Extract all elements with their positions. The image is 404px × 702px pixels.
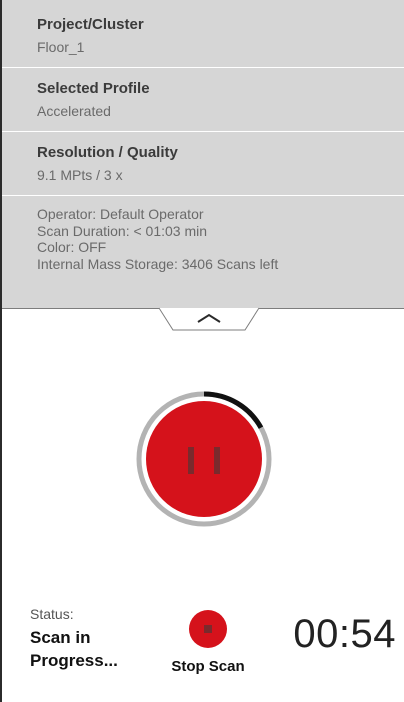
pause-scan-button[interactable] — [135, 390, 273, 528]
status-value: Scan in Progress... — [30, 628, 118, 670]
selected-profile-row: Selected Profile Accelerated — [2, 68, 404, 132]
resolution-quality-row: Resolution / Quality 9.1 MPts / 3 x — [2, 132, 404, 196]
selected-profile-value: Accelerated — [37, 103, 111, 119]
elapsed-timer: 00:54 — [293, 612, 396, 656]
project-cluster-value: Floor_1 — [37, 39, 85, 55]
scan-duration-detail: Scan Duration: < 01:03 min — [37, 222, 208, 239]
resolution-quality-title: Resolution / Quality — [37, 144, 178, 161]
pause-button-fill — [146, 401, 262, 517]
project-cluster-row: Project/Cluster Floor_1 — [2, 0, 404, 68]
stop-icon — [204, 625, 212, 633]
operator-detail: Operator: Default Operator — [37, 206, 204, 222]
scan-details: Operator: Default Operator Scan Duration… — [2, 196, 404, 272]
scan-info-panel: Project/Cluster Floor_1 Selected Profile… — [2, 0, 404, 308]
selected-profile-title: Selected Profile — [37, 80, 150, 97]
status-block: Status: Scan in Progress... — [30, 606, 170, 672]
color-detail: Color: OFF — [37, 239, 107, 255]
stop-scan-button[interactable]: Stop Scan — [162, 658, 254, 675]
status-label: Status: — [30, 606, 74, 622]
stop-scan-icon[interactable] — [188, 609, 228, 649]
storage-detail: Internal Mass Storage: 3406 Scans left — [37, 255, 279, 272]
scan-screen: Project/Cluster Floor_1 Selected Profile… — [0, 0, 404, 702]
project-cluster-title: Project/Cluster — [37, 16, 144, 33]
resolution-quality-value: 9.1 MPts / 3 x — [37, 167, 123, 183]
collapse-panel-button[interactable] — [159, 306, 259, 332]
